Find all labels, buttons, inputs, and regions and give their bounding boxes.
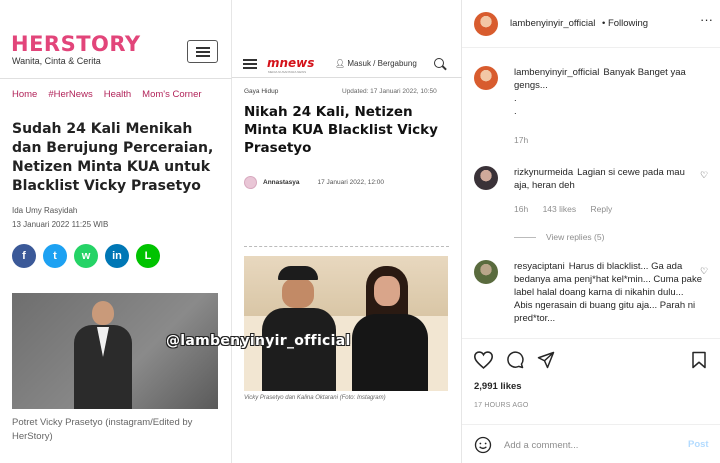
author-avatar xyxy=(244,176,257,189)
instagram-panel: lambenyinyir_official • Following ··· la… xyxy=(462,0,720,463)
comment-meta: 16h 143 likes Reply xyxy=(514,204,624,214)
following-button[interactable]: • Following xyxy=(602,18,648,29)
herstory-logo[interactable]: HERSTORY xyxy=(11,32,141,56)
add-comment-input[interactable] xyxy=(504,436,674,454)
hamburger-menu-icon[interactable] xyxy=(243,59,257,69)
divider xyxy=(0,78,232,79)
comment-username[interactable]: resyaciptani xyxy=(514,261,565,272)
whatsapp-icon[interactable]: w xyxy=(74,244,98,268)
photo-caption: Potret Vicky Prasetyo (instagram/Edited … xyxy=(12,417,193,442)
mnews-logo[interactable]: mnews xyxy=(267,56,314,70)
account-username[interactable]: lambenyinyir_official xyxy=(510,18,595,29)
photo-caption: Vicky Prasetyo dan Kalina Oktarani (Foto… xyxy=(244,395,386,401)
comment-text: rizkynurmeida Lagian si cewe pada mau aja… xyxy=(514,167,685,191)
article-photo xyxy=(12,293,218,409)
linkedin-icon[interactable]: in xyxy=(105,244,129,268)
article-headline: Nikah 24 Kali, Netizen Minta KUA Blackli… xyxy=(244,104,438,156)
mnews-header: mnews MEDIA NUSANTARA NEWS 👤︎ Masuk / Be… xyxy=(232,50,462,78)
divider xyxy=(244,246,449,247)
herstory-tagline: Wanita, Cinta & Cerita xyxy=(12,56,101,66)
comment-username[interactable]: lambenyinyir_official xyxy=(514,67,599,78)
article-author[interactable]: Ida Umy Rasyidah xyxy=(12,206,77,215)
avatar[interactable] xyxy=(474,260,498,284)
comment-text: lambenyinyir_official Banyak Banget yaa g… xyxy=(514,67,686,117)
comment-likes[interactable]: 143 likes xyxy=(543,204,577,214)
user-icon: 👤︎ xyxy=(335,59,346,68)
post-actions xyxy=(462,338,720,380)
login-label: Masuk / Bergabung xyxy=(347,59,417,68)
article-category[interactable]: Gaya Hidup xyxy=(244,88,278,95)
hamburger-menu-button[interactable] xyxy=(187,40,218,63)
article-headline: Sudah 24 Kali Menikah dan Berujung Perce… xyxy=(12,121,214,194)
nav-item-moms-corner[interactable]: Mom's Corner xyxy=(142,89,201,100)
article-date: 13 Januari 2022 11:25 WIB xyxy=(12,220,109,229)
mnews-logo-subtitle: MEDIA NUSANTARA NEWS xyxy=(268,70,307,74)
login-link[interactable]: 👤︎ Masuk / Bergabung xyxy=(335,59,417,68)
article-author[interactable]: Annastasya xyxy=(263,179,300,186)
post-time: 17 HOURS AGO xyxy=(474,402,529,409)
author-row: Annastasya 17 Januari 2022, 12:00 xyxy=(244,176,384,189)
like-comment-icon[interactable]: ♡ xyxy=(700,170,708,181)
herstory-panel: HERSTORY Wanita, Cinta & Cerita Home #He… xyxy=(0,0,232,463)
comment-time: 16h xyxy=(514,204,529,214)
person-figure xyxy=(74,301,132,409)
article-date: 17 Januari 2022, 12:00 xyxy=(317,179,385,186)
mnews-panel: mnews MEDIA NUSANTARA NEWS 👤︎ Masuk / Be… xyxy=(232,0,462,463)
share-buttons: f t w in L xyxy=(12,244,160,268)
search-icon[interactable] xyxy=(434,58,444,68)
comment-meta: 17h xyxy=(514,135,540,145)
twitter-icon[interactable]: t xyxy=(43,244,67,268)
comment-icon[interactable] xyxy=(506,351,524,369)
facebook-icon[interactable]: f xyxy=(12,244,36,268)
avatar[interactable] xyxy=(474,66,498,90)
emoji-icon[interactable] xyxy=(474,436,492,454)
article-updated: Updated: 17 Januari 2022, 10:50 xyxy=(342,88,437,95)
person-figure xyxy=(262,266,336,391)
comment-time: 17h xyxy=(514,135,529,145)
line-icon[interactable]: L xyxy=(136,244,160,268)
nav-item-home[interactable]: Home xyxy=(12,89,37,100)
herstory-nav: Home #HerNews Health Mom's Corner xyxy=(12,89,202,100)
add-comment-bar: Post xyxy=(462,424,720,463)
view-replies-button[interactable]: View replies (5) xyxy=(514,232,604,242)
reply-button[interactable]: Reply xyxy=(591,204,613,214)
bookmark-icon[interactable] xyxy=(691,351,707,369)
menu-bar xyxy=(196,47,210,49)
avatar[interactable] xyxy=(474,166,498,190)
post-header: lambenyinyir_official • Following ··· xyxy=(462,0,720,48)
comment-text: resyaciptani Harus di blacklist... Ga ada… xyxy=(514,261,703,324)
menu-bar xyxy=(196,51,210,53)
comment-username[interactable]: rizkynurmeida xyxy=(514,167,573,178)
nav-item-health[interactable]: Health xyxy=(104,89,131,100)
share-icon[interactable] xyxy=(537,351,555,369)
watermark: @lambenyinyir_official xyxy=(166,333,351,349)
more-options-icon[interactable]: ··· xyxy=(700,12,713,27)
menu-bar xyxy=(196,55,210,57)
likes-count[interactable]: 2,991 likes xyxy=(474,381,522,392)
heart-icon[interactable] xyxy=(474,351,493,369)
nav-item-hernews[interactable]: #HerNews xyxy=(48,89,92,100)
person-figure xyxy=(346,266,436,391)
post-button[interactable]: Post xyxy=(688,439,709,450)
article-photo xyxy=(244,256,448,391)
avatar[interactable] xyxy=(474,12,498,36)
like-comment-icon[interactable]: ♡ xyxy=(700,266,708,277)
